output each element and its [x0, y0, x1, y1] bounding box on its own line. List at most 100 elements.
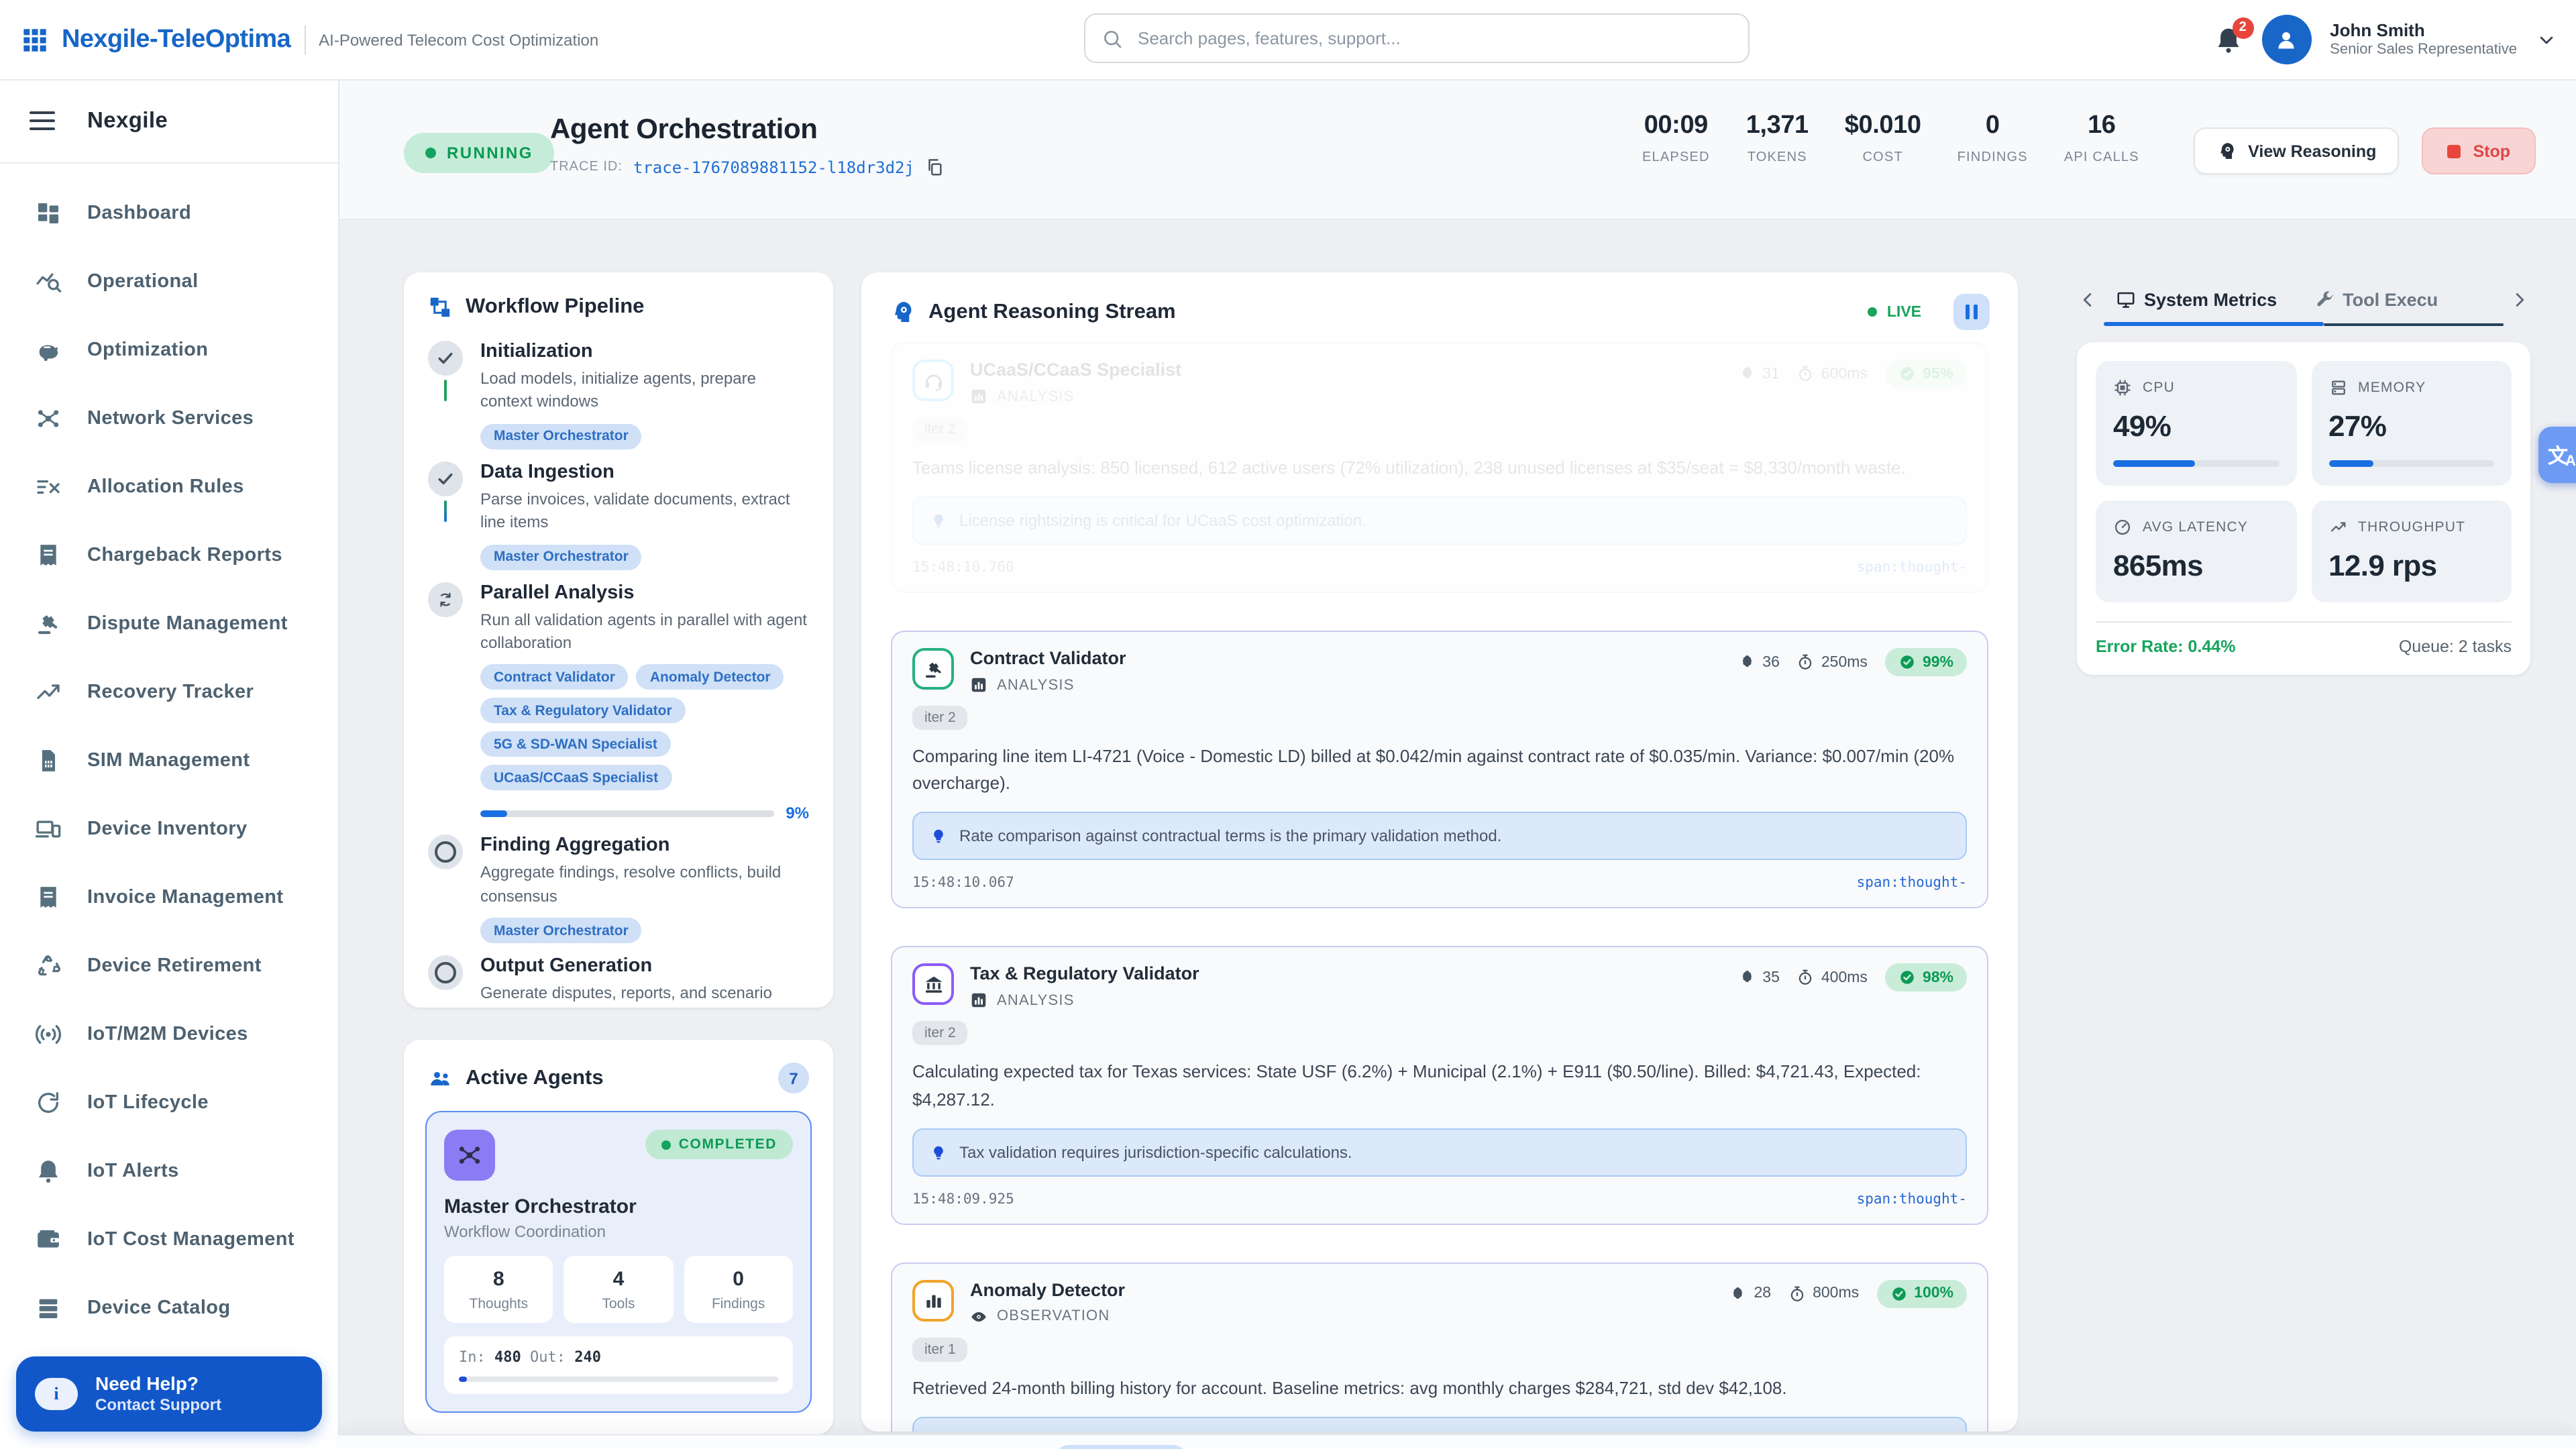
span-link[interactable]: span:thought-: [1857, 875, 1967, 892]
sidebar-item-iot-alerts[interactable]: IoT Alerts: [0, 1136, 338, 1205]
eye-icon: [970, 1307, 987, 1325]
sidebar-item-sim-management[interactable]: SIM Management: [0, 726, 338, 794]
translate-icon[interactable]: 文A: [2538, 427, 2576, 483]
latency-value: 250ms: [1821, 654, 1868, 670]
bottom-nav: InputOrchestrationReasoningFindingsOutpu…: [338, 1434, 2576, 1449]
sidebar-item-dashboard[interactable]: Dashboard: [0, 178, 338, 247]
nav-orchestration[interactable]: Orchestration: [1053, 1445, 1188, 1449]
view-reasoning-button[interactable]: View Reasoning: [2193, 127, 2399, 174]
latency-stat: 250ms: [1797, 653, 1868, 671]
gauge-icon: [2113, 517, 2132, 536]
pipeline-step-4: Finding AggregationAggregate findings, r…: [428, 835, 809, 956]
confidence-badge: 98%: [1885, 964, 1967, 992]
card-type-label: OBSERVATION: [997, 1308, 1110, 1324]
sidebar-item-device-inventory[interactable]: Device Inventory: [0, 794, 338, 863]
sidebar: Nexgile DashboardOperationalOptimization…: [0, 79, 339, 1449]
sidebar-item-device-retirement[interactable]: Device Retirement: [0, 931, 338, 1000]
nav-observability[interactable]: Observability: [1568, 1445, 1684, 1449]
span-link[interactable]: span:thought-: [1857, 1191, 1967, 1207]
tile-value: 865ms: [2113, 548, 2279, 583]
card-note: Tax validation requires jurisdiction-spe…: [912, 1128, 1967, 1176]
agent-card[interactable]: COMPLETED Master Orchestrator Workflow C…: [425, 1111, 812, 1413]
need-help-card[interactable]: i Need Help? Contact Support: [16, 1356, 322, 1432]
system-metrics-card: CPU49%MEMORY27%AVG LATENCY865msTHROUGHPU…: [2077, 342, 2530, 674]
sidebar-item-dispute-management[interactable]: Dispute Management: [0, 589, 338, 657]
active-agents-header: Active Agents 7: [404, 1040, 833, 1093]
info-icon: i: [35, 1378, 78, 1410]
notifications-button[interactable]: 2: [2213, 25, 2243, 54]
stream-header: Agent Reasoning Stream LIVE: [861, 272, 2018, 330]
avatar[interactable]: [2261, 15, 2311, 64]
pause-button[interactable]: [1953, 294, 1990, 330]
card-title-block: UCaaS/CCaaS SpecialistANALYSIS: [970, 360, 1181, 405]
iteration-badge: iter 2: [912, 706, 968, 730]
sidebar-item-label: Device Catalog: [87, 1297, 231, 1318]
sidebar-item-label: IoT Alerts: [87, 1160, 179, 1181]
pipeline-steps: InitializationLoad models, initialize ag…: [404, 319, 833, 1008]
search-input[interactable]: [1135, 27, 1732, 50]
copy-icon[interactable]: [925, 157, 945, 177]
card-timestamp: 15:48:10.760: [912, 559, 1014, 576]
need-help-subtitle: Contact Support: [95, 1396, 221, 1416]
thoughts-count: 35: [1762, 970, 1780, 986]
pipeline-title: Workflow Pipeline: [466, 295, 644, 319]
agent-tag: Master Orchestrator: [480, 918, 642, 943]
trace-label: TRACE ID:: [550, 160, 623, 174]
card-type-row: ANALYSIS: [970, 992, 1199, 1010]
nav-reasoning[interactable]: Reasoning: [1216, 1445, 1317, 1449]
sidebar-item-allocation-rules[interactable]: Allocation Rules: [0, 452, 338, 521]
confidence-badge: 95%: [1885, 360, 1967, 388]
sidebar-item-label: Invoice Management: [87, 886, 283, 908]
metrics-footer: Error Rate: 0.44% Queue: 2 tasks: [2096, 621, 2512, 655]
card-type-label: ANALYSIS: [997, 388, 1075, 405]
sidebar-item-network-services[interactable]: Network Services: [0, 384, 338, 452]
stopwatch-icon: [1797, 365, 1815, 382]
brand: Nexgile-TeleOptima AI-Powered Telecom Co…: [21, 0, 598, 79]
sidebar-item-label: Dashboard: [87, 202, 191, 223]
user-icon: [2273, 26, 2300, 53]
pipeline-step-3: Parallel AnalysisRun all validation agen…: [428, 582, 809, 835]
sidebar-item-invoice-management[interactable]: Invoice Management: [0, 863, 338, 931]
card-header: UCaaS/CCaaS SpecialistANALYSIS31600ms95%: [912, 360, 1967, 405]
dashboard-icon: [35, 199, 62, 226]
sidebar-item-label: Operational: [87, 270, 199, 292]
monitor-icon: [2116, 289, 2136, 309]
agent-avatar: [444, 1130, 495, 1181]
sidebar-item-iot-cost-management[interactable]: IoT Cost Management: [0, 1205, 338, 1273]
tab-system-metrics[interactable]: System Metrics: [2116, 289, 2277, 309]
thoughts-count: 28: [1754, 1285, 1772, 1301]
tab-tool-execution[interactable]: Tool Execu: [2314, 289, 2438, 309]
chevron-left-icon[interactable]: [2077, 288, 2100, 311]
card-timestamp: 15:48:09.925: [912, 1191, 1014, 1207]
search-icon: [1102, 28, 1123, 49]
step-name: Output Generation: [480, 955, 809, 977]
pending-circle-icon: [428, 835, 463, 870]
sidebar-item-iot-lifecycle[interactable]: IoT Lifecycle: [0, 1068, 338, 1136]
sidebar-item-device-catalog[interactable]: Device Catalog: [0, 1273, 338, 1342]
chevron-down-icon[interactable]: [2536, 29, 2557, 50]
receipt-icon: [35, 541, 62, 568]
card-header: Anomaly DetectorOBSERVATION28800ms100%: [912, 1279, 1967, 1325]
card-stats: 35400ms98%: [1738, 964, 1967, 992]
receipt-icon: [35, 883, 62, 910]
latency-stat: 600ms: [1797, 365, 1868, 382]
stop-button[interactable]: Stop: [2422, 127, 2536, 174]
sidebar-item-operational[interactable]: Operational: [0, 247, 338, 315]
thoughts-stat: 28: [1730, 1285, 1772, 1302]
network-icon: [456, 1142, 483, 1169]
sync-icon: [428, 582, 463, 616]
error-rate: Error Rate: 0.44%: [2096, 637, 2235, 655]
progress-track: [480, 810, 773, 817]
confidence-value: 99%: [1923, 654, 1953, 670]
hamburger-menu-icon[interactable]: [30, 111, 55, 130]
sidebar-item-chargeback-reports[interactable]: Chargeback Reports: [0, 521, 338, 589]
card-header: Tax & Regulatory ValidatorANALYSIS35400m…: [912, 964, 1967, 1010]
sidebar-item-optimization[interactable]: Optimization: [0, 315, 338, 384]
sidebar-item-iot-m2m-devices[interactable]: IoT/M2M Devices: [0, 1000, 338, 1068]
agent-tag: Contract Validator: [480, 665, 629, 690]
sidebar-item-recovery-tracker[interactable]: Recovery Tracker: [0, 657, 338, 726]
global-search[interactable]: [1084, 13, 1750, 63]
agent-status-badge: COMPLETED: [645, 1130, 793, 1159]
nav-input[interactable]: Input: [963, 1445, 1024, 1449]
chevron-right-icon[interactable]: [2508, 288, 2530, 311]
